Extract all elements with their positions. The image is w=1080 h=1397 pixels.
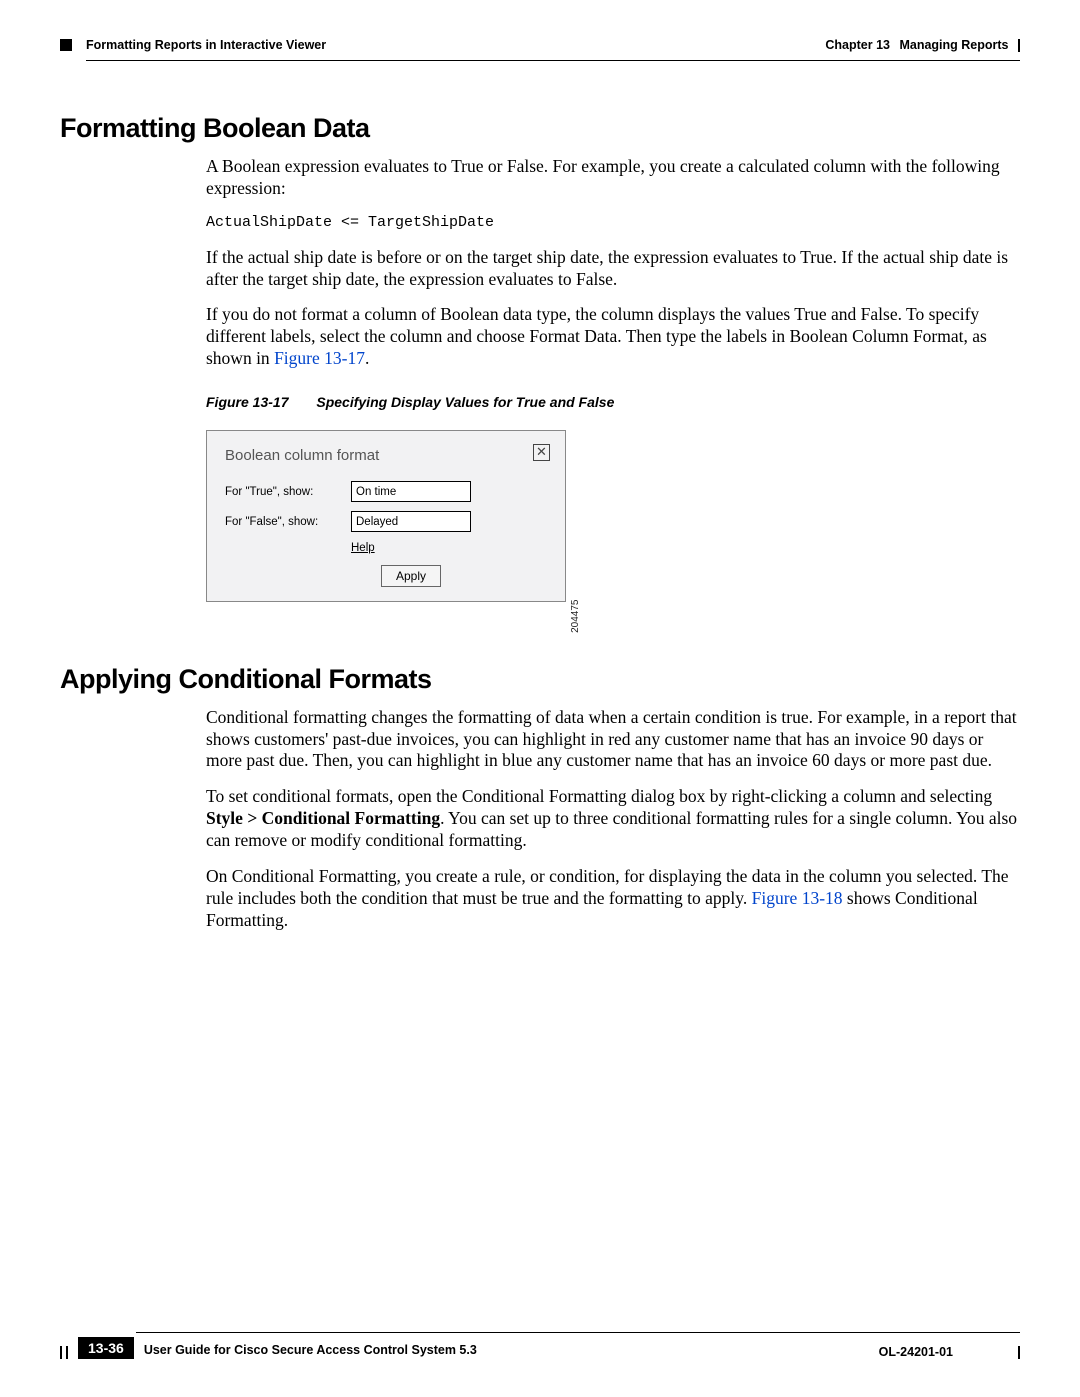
false-value-input[interactable] [351,511,471,532]
section-heading-conditional: Applying Conditional Formats [60,664,1020,695]
footer-leading-marks [60,1346,72,1359]
footer-guide-title: User Guide for Cisco Secure Access Contr… [144,1343,879,1359]
help-link[interactable]: Help [351,541,547,555]
para-cond-howto: To set conditional formats, open the Con… [206,786,1020,852]
figure-caption: Figure 13-17 Specifying Display Values f… [206,394,1020,412]
code-expression: ActualShipDate <= TargetShipDate [206,214,1020,233]
header-chapter-title: Managing Reports [899,38,1008,52]
para-cond-intro: Conditional formatting changes the forma… [206,707,1020,773]
header-divider-icon [1018,39,1020,52]
figure-13-17-link[interactable]: Figure 13-17 [274,348,365,368]
figure-label: Figure 13-17 [206,394,288,410]
page-footer: 13-36 User Guide for Cisco Secure Access… [60,1332,1020,1359]
section-heading-boolean: Formatting Boolean Data [60,113,1020,144]
header-marker-icon [60,39,72,51]
running-header: Formatting Reports in Interactive Viewer… [60,38,1020,52]
figure-13-18-link[interactable]: Figure 13-18 [752,888,843,908]
para-cond-rule: On Conditional Formatting, you create a … [206,866,1020,932]
footer-doc-id: OL-24201-01 [879,1345,953,1359]
apply-button[interactable]: Apply [381,565,441,587]
header-section-title: Formatting Reports in Interactive Viewer [86,38,326,52]
true-label: For "True", show: [225,485,351,499]
para-bool-intro: A Boolean expression evaluates to True o… [206,156,1020,200]
para-bool-format: If you do not format a column of Boolean… [206,304,1020,370]
header-rule [86,60,1020,61]
false-label: For "False", show: [225,515,351,529]
true-value-input[interactable] [351,481,471,502]
footer-trailing-marks [1013,1346,1020,1359]
dialog-screenshot: Boolean column format ✕ For "True", show… [206,430,566,602]
close-icon[interactable]: ✕ [533,444,550,461]
page-number-badge: 13-36 [78,1337,134,1359]
dialog-title: Boolean column format [225,447,547,466]
menu-path: Style > Conditional Formatting [206,808,440,828]
footer-rule [136,1332,1020,1333]
figure-title: Specifying Display Values for True and F… [316,394,614,410]
para-bool-eval: If the actual ship date is before or on … [206,247,1020,291]
figure-id-number: 204475 [570,600,583,633]
header-chapter-label: Chapter 13 [825,38,890,52]
